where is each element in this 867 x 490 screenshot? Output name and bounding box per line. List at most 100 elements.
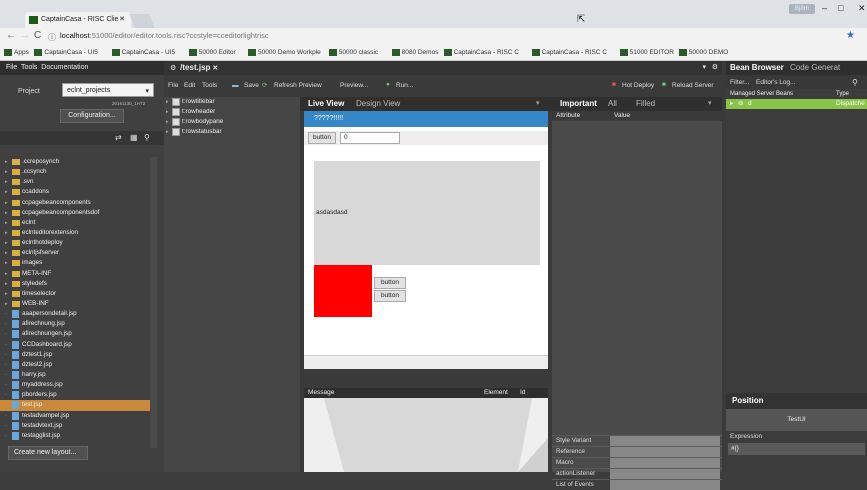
tree-folder[interactable]: ▸ timeselector	[0, 289, 150, 299]
expand-icon[interactable]: ▸	[5, 269, 8, 279]
component-item[interactable]: ▸ t:rowbodypane	[164, 117, 300, 127]
search-icon[interactable]: ⚲	[144, 133, 150, 142]
tree-folder[interactable]: ▸ eclnteditorextension	[0, 228, 150, 238]
menu-tools[interactable]: Tools	[21, 64, 37, 71]
expand-icon[interactable]: ▸	[5, 228, 8, 238]
tree-file[interactable]: · testagglist.jsp	[0, 431, 150, 441]
bookmark-item[interactable]: CaptainCasa - UI5	[34, 49, 98, 56]
expand-icon[interactable]: ▸	[730, 99, 733, 109]
save-button[interactable]: Save	[244, 82, 259, 89]
close-window-icon[interactable]: ✕	[858, 3, 866, 14]
minimize-icon[interactable]: –	[822, 3, 827, 13]
bookmark-item[interactable]: CaptainCasa - UI5	[111, 49, 175, 56]
refresh-preview-button[interactable]: Refresh Preview	[274, 82, 322, 89]
expand-icon[interactable]: ▸	[5, 177, 8, 187]
chevron-down-icon[interactable]: ▾	[702, 61, 706, 75]
component-item[interactable]: ▸ t:rowtitlebar	[164, 97, 300, 107]
tree-file[interactable]: · test.jsp	[0, 400, 150, 411]
expand-icon[interactable]: ▸	[5, 258, 8, 268]
expand-icon[interactable]: ▸	[5, 187, 8, 197]
configuration-button[interactable]: Configuration...	[60, 109, 124, 123]
bookmark-item[interactable]: CaptainCasa - RISC C	[443, 49, 519, 56]
bookmark-star-icon[interactable]: ★	[846, 30, 855, 41]
browser-tab[interactable]: CaptainCasa - RISC Clie ✕	[25, 12, 131, 28]
filter-button[interactable]: Filter...	[730, 79, 750, 86]
user-profile-button[interactable]: Björn	[789, 4, 815, 14]
new-layout-button[interactable]: Create new layout...	[8, 446, 88, 460]
preview-button[interactable]: button	[374, 290, 406, 302]
property-value-field[interactable]	[610, 447, 720, 457]
expand-icon[interactable]: ▸	[5, 289, 8, 299]
expand-icon[interactable]: ▸	[5, 208, 8, 218]
expand-icon[interactable]: ▸	[5, 299, 8, 309]
tree-folder[interactable]: ▸ eclnthotdeploy	[0, 238, 150, 248]
expand-icon[interactable]: ▸	[166, 97, 169, 107]
preview-button[interactable]: button	[374, 277, 406, 289]
url-field[interactable]: localhost:51000/editor/editor.tools.risc…	[60, 31, 269, 40]
sort-icon[interactable]: ⇄	[115, 133, 122, 142]
tree-folder[interactable]: ▸ META-INF	[0, 269, 150, 279]
property-value-field[interactable]	[610, 469, 720, 479]
bookmark-item[interactable]: 50000 Demo Workple	[248, 49, 321, 56]
tab-bean-browser[interactable]: Bean Browser	[730, 63, 784, 72]
bookmark-item[interactable]: 8080 Demos	[391, 49, 438, 56]
preview-button[interactable]: button	[308, 132, 336, 144]
tree-file[interactable]: · testadvtext.jsp	[0, 421, 150, 431]
menu-edit[interactable]: Edit	[184, 82, 195, 89]
property-row[interactable]: Macro	[552, 457, 722, 468]
menu-file[interactable]: File	[6, 64, 17, 71]
menu-file[interactable]: File	[168, 82, 178, 89]
property-value-field[interactable]	[610, 436, 720, 446]
expand-icon[interactable]: ▸	[166, 127, 169, 137]
tree-file[interactable]: · pborders.jsp	[0, 390, 150, 400]
chevron-down-icon[interactable]: ▾	[536, 99, 540, 107]
tree-file[interactable]: · dztest1.jsp	[0, 350, 150, 360]
expand-icon[interactable]: ▸	[5, 167, 8, 177]
tree-folder[interactable]: ▸ eclntjsfserver	[0, 248, 150, 258]
property-row[interactable]: Style Variant	[552, 435, 722, 446]
settings-icon[interactable]: ⚙	[712, 61, 718, 75]
tree-folder[interactable]: ▸ .svn	[0, 177, 150, 187]
tree-folder[interactable]: ▸ .ccreposynch	[0, 157, 150, 167]
tree-folder[interactable]: ▸ styledefs	[0, 279, 150, 289]
preview-button[interactable]: Preview...	[340, 82, 368, 89]
back-icon[interactable]: ←	[6, 30, 16, 41]
tab-code-generator[interactable]: Code Generat	[790, 63, 840, 72]
tree-folder[interactable]: ▸ WEB-INF	[0, 299, 150, 309]
bookmark-item[interactable]: CaptainCasa - RISC C	[531, 49, 607, 56]
tree-folder[interactable]: ▸ .ccsynch	[0, 167, 150, 177]
tree-folder[interactable]: ▸ ccpagebeancomponents	[0, 198, 150, 208]
property-value-field[interactable]	[610, 458, 720, 468]
close-tab-icon[interactable]: ✕	[119, 15, 125, 23]
chevron-down-icon[interactable]: ▾	[708, 99, 712, 107]
expand-icon[interactable]: ▸	[5, 157, 8, 167]
reload-server-button[interactable]: Reload Server	[672, 82, 714, 89]
tree-file[interactable]: · CCDashboard.jsp	[0, 340, 150, 350]
tree-file[interactable]: · afirechnung.jsp	[0, 319, 150, 329]
search-icon[interactable]: ⚲	[852, 78, 858, 87]
tree-file[interactable]: · harry.jsp	[0, 370, 150, 380]
editors-log-button[interactable]: Editor's Log...	[756, 79, 796, 86]
settings-icon[interactable]: ⚙	[170, 65, 176, 72]
bookmark-item[interactable]: 51000 EDITOR	[619, 49, 674, 56]
tree-folder[interactable]: ▸ images	[0, 258, 150, 268]
bookmark-item[interactable]: 50000 classic	[328, 49, 378, 56]
tab-live-view[interactable]: Live View	[308, 99, 344, 108]
bookmark-item[interactable]: Apps	[4, 49, 29, 56]
tab-filled[interactable]: Filled	[636, 99, 655, 108]
forward-icon[interactable]: →	[20, 30, 30, 41]
bean-row[interactable]: ▸ ⊖ d Dispatche	[726, 99, 867, 109]
menu-tools[interactable]: Tools	[202, 82, 217, 89]
bookmark-item[interactable]: 50000 Editor	[188, 49, 236, 56]
property-row[interactable]: Reference	[552, 446, 722, 457]
tree-folder[interactable]: ▸ eclnt	[0, 218, 150, 228]
component-item[interactable]: ▸ t:rowheader	[164, 107, 300, 117]
close-editor-icon[interactable]: ✕	[212, 65, 218, 72]
tab-important[interactable]: Important	[560, 99, 597, 108]
menu-documentation[interactable]: Documentation	[41, 64, 88, 71]
tree-file[interactable]: · aaapersondetail.jsp	[0, 309, 150, 319]
tree-folder[interactable]: ▸ ccaddons	[0, 187, 150, 197]
expand-icon[interactable]: ▸	[166, 117, 169, 127]
tree-file[interactable]: · dztest2.jsp	[0, 360, 150, 370]
tab-design-view[interactable]: Design View	[356, 99, 400, 108]
